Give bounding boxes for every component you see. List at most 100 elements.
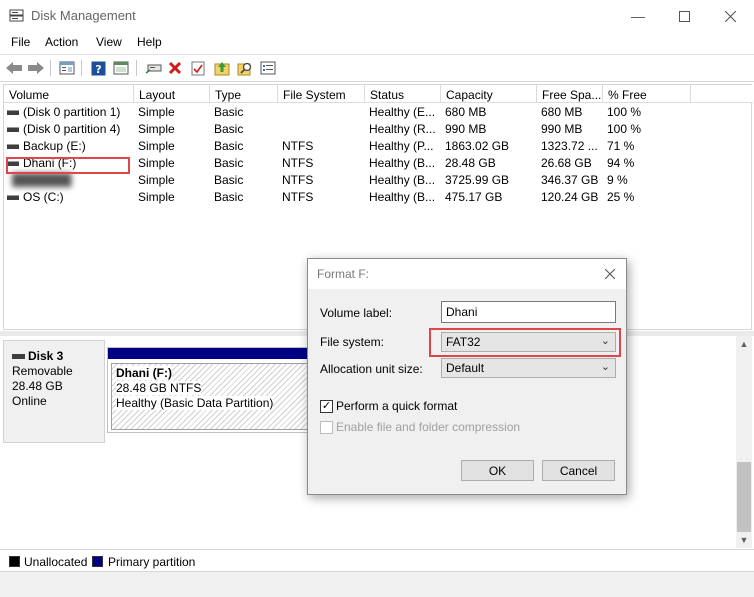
column-header-layout[interactable]: Layout	[134, 85, 210, 103]
column-header-free-space[interactable]: Free Spa...	[537, 85, 603, 103]
check-icon	[191, 61, 205, 75]
ok-button[interactable]: OK	[461, 460, 534, 481]
compression-checkbox[interactable]	[320, 421, 333, 434]
check-button[interactable]	[188, 59, 208, 77]
menu-action[interactable]: Action	[45, 35, 78, 49]
cell-fs: NTFS	[282, 173, 314, 187]
show-hide-button[interactable]	[111, 59, 131, 77]
table-row[interactable]: OS (C:) Simple Basic NTFS Healthy (B... …	[4, 189, 753, 206]
cell-fs: NTFS	[282, 190, 314, 204]
quick-format-label: Perform a quick format	[336, 399, 458, 413]
delete-button[interactable]	[165, 59, 185, 77]
column-header-type[interactable]: Type	[210, 85, 278, 103]
disk-name: Disk 3	[28, 349, 64, 363]
scroll-up-button[interactable]: ▲	[736, 336, 752, 352]
cell-type: Basic	[214, 190, 244, 204]
partition-status: Healthy (Basic Data Partition)	[116, 396, 274, 410]
search-icon	[237, 62, 252, 75]
disk-icon	[12, 354, 25, 360]
disk-kind: Removable	[12, 364, 73, 378]
title-bar: Disk Management —	[0, 0, 754, 32]
legend-swatch-primary	[92, 556, 103, 567]
volume-icon	[7, 127, 19, 132]
compression-label: Enable file and folder compression	[336, 420, 521, 434]
dialog-close-button[interactable]	[599, 264, 621, 284]
vertical-scrollbar[interactable]: ▲ ▼	[736, 336, 752, 548]
maximize-button[interactable]	[661, 0, 707, 32]
alloc-unit-label: Allocation unit size:	[320, 362, 423, 376]
scroll-thumb[interactable]	[737, 462, 751, 532]
search-button[interactable]	[235, 59, 255, 77]
highlight-box-file-system	[429, 328, 621, 357]
svg-text:?: ?	[95, 63, 101, 76]
cell-volume: Backup (E:)	[23, 139, 86, 153]
cell-free: 26.68 GB	[541, 156, 592, 170]
properties-icon	[59, 61, 75, 75]
cell-status: Healthy (R...	[369, 122, 436, 136]
disk-label[interactable]: Disk 3 Removable 28.48 GB Online	[3, 340, 105, 443]
cell-capacity: 1863.02 GB	[445, 139, 510, 153]
cell-status: Healthy (B...	[369, 173, 436, 187]
cell-fs: NTFS	[282, 156, 314, 170]
table-row[interactable]: (Disk 0 partition 1) Simple Basic Health…	[4, 104, 753, 121]
chevron-up-icon: ▲	[739, 339, 749, 349]
properties-button[interactable]	[57, 59, 77, 77]
menu-help[interactable]: Help	[137, 35, 162, 49]
alloc-unit-value: Default	[446, 361, 485, 375]
table-row[interactable]: Backup (E:) Simple Basic NTFS Healthy (P…	[4, 138, 753, 155]
scroll-down-button[interactable]: ▼	[736, 532, 752, 548]
cell-percent: 71 %	[607, 139, 635, 153]
chevron-down-icon: ▼	[739, 535, 749, 545]
volume-label-input[interactable]: Dhani	[441, 301, 616, 323]
dialog-title: Format F:	[317, 267, 370, 281]
window-title: Disk Management	[31, 8, 136, 23]
cell-type: Basic	[214, 139, 244, 153]
cell-volume: (Disk 0 partition 1)	[23, 105, 121, 119]
column-header-status[interactable]: Status	[365, 85, 441, 103]
checkmark-icon: ✓	[321, 400, 332, 412]
volume-icon	[7, 110, 19, 115]
cell-layout: Simple	[138, 139, 175, 153]
cell-capacity: 28.48 GB	[445, 156, 496, 170]
cell-status: Healthy (B...	[369, 190, 436, 204]
legend-primary: Primary partition	[108, 555, 196, 569]
cell-layout: Simple	[138, 190, 175, 204]
column-header-file-system[interactable]: File System	[278, 85, 365, 103]
close-button[interactable]	[707, 0, 753, 32]
quick-format-checkbox[interactable]: ✓	[320, 400, 333, 413]
cell-free: 680 MB	[541, 105, 583, 119]
connect-button[interactable]	[143, 59, 163, 77]
cell-layout: Simple	[138, 173, 175, 187]
status-bar	[0, 571, 754, 597]
menu-file[interactable]: File	[11, 35, 30, 49]
partition-body: Dhani (F:) 28.48 GB NTFS Healthy (Basic …	[111, 363, 308, 430]
column-header-percent-free[interactable]: % Free	[603, 85, 691, 103]
column-header-volume[interactable]: Volume	[4, 85, 134, 103]
list-button[interactable]	[258, 59, 278, 77]
legend-unallocated: Unallocated	[24, 555, 88, 569]
menu-view[interactable]: View	[96, 35, 122, 49]
cell-layout: Simple	[138, 156, 175, 170]
cell-capacity: 3725.99 GB	[445, 173, 510, 187]
import-button[interactable]	[212, 59, 232, 77]
table-row[interactable]: ███████ Simple Basic NTFS Healthy (B... …	[4, 172, 753, 189]
file-system-label: File system:	[320, 335, 385, 349]
table-row[interactable]: (Disk 0 partition 4) Simple Basic Health…	[4, 121, 753, 138]
forward-button[interactable]	[26, 59, 46, 77]
cancel-button[interactable]: Cancel	[542, 460, 615, 481]
cell-free: 990 MB	[541, 122, 583, 136]
minimize-icon: —	[631, 8, 645, 24]
disk-management-icon	[9, 9, 24, 22]
legend-swatch-unallocated	[9, 556, 20, 567]
close-icon	[724, 10, 736, 22]
volume-icon	[7, 144, 19, 149]
back-button[interactable]	[4, 59, 24, 77]
alloc-unit-select[interactable]: Default ⌄	[441, 358, 616, 378]
cell-percent: 9 %	[607, 173, 628, 187]
cell-free: 1323.72 ...	[541, 139, 598, 153]
minimize-button[interactable]: —	[615, 0, 661, 32]
column-header-capacity[interactable]: Capacity	[441, 85, 537, 103]
partition-dhani[interactable]: Dhani (F:) 28.48 GB NTFS Healthy (Basic …	[107, 347, 312, 433]
help-button[interactable]: ?	[88, 59, 108, 77]
cell-status: Healthy (B...	[369, 156, 436, 170]
